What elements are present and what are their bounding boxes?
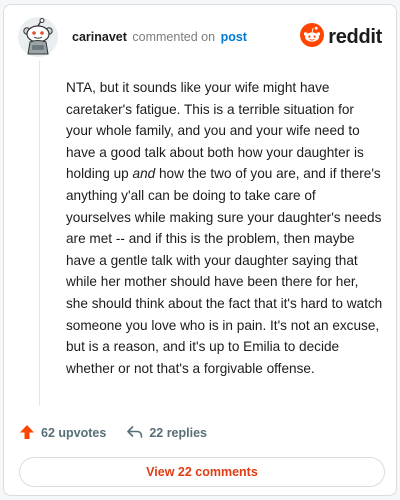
comment-body: NTA, but it sounds like your wife might … xyxy=(66,77,384,379)
comment-meta: carinavet commented on post xyxy=(72,30,247,44)
reply-button[interactable]: 22 replies xyxy=(126,425,207,442)
brand-name: reddit xyxy=(328,25,382,48)
upvote-arrow-icon xyxy=(19,424,35,443)
reply-count: 22 replies xyxy=(149,426,207,440)
view-comments-button[interactable]: View 22 comments xyxy=(19,457,385,487)
reddit-logo-icon xyxy=(300,22,325,52)
thread-line[interactable] xyxy=(39,61,40,406)
comment-header: carinavet commented on post reddit xyxy=(18,17,382,57)
comment-card: carinavet commented on post reddit NTA, … xyxy=(3,4,397,496)
comment-actions: 62 upvotes 22 replies xyxy=(19,422,382,444)
post-link[interactable]: post xyxy=(221,30,247,44)
snoo-avatar[interactable] xyxy=(18,17,58,57)
upvote-button[interactable]: 62 upvotes xyxy=(19,424,106,443)
reddit-brand[interactable]: reddit xyxy=(300,22,382,52)
action-text: commented on xyxy=(132,30,216,44)
comment-text-part2: how the two of you are, and if there's a… xyxy=(66,166,383,376)
username-link[interactable]: carinavet xyxy=(72,30,127,44)
reply-arrow-icon xyxy=(126,425,143,442)
upvote-count: 62 upvotes xyxy=(41,426,107,440)
comment-emphasis: and xyxy=(132,166,156,182)
